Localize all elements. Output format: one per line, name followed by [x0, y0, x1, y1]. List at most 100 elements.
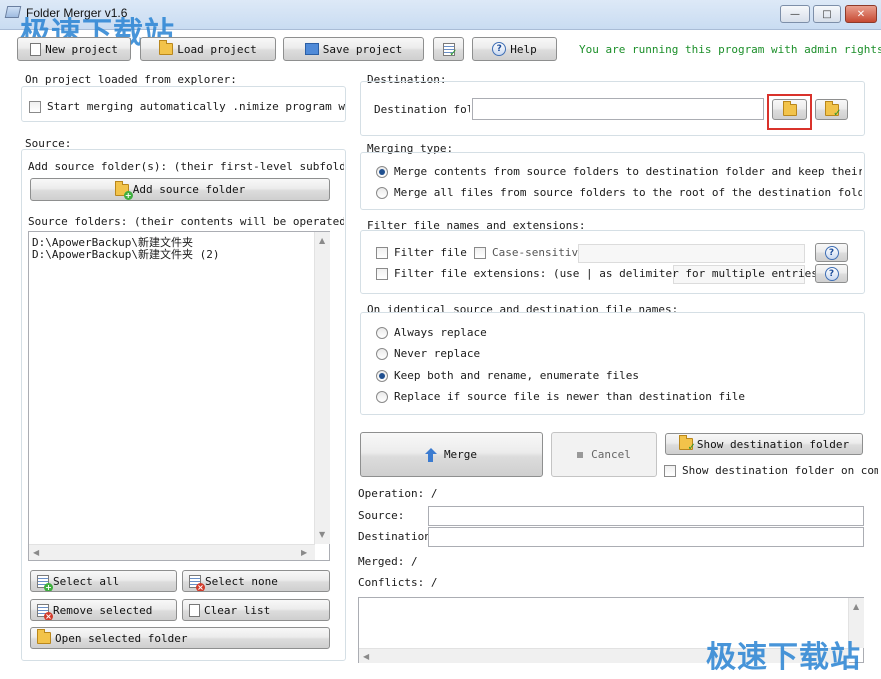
maximize-button[interactable]: □	[813, 5, 841, 23]
open-folder-icon	[782, 100, 797, 116]
merge-to-root-label: Merge all files from source folders to t…	[394, 186, 862, 199]
destination-folder-input[interactable]	[472, 98, 764, 120]
help-button[interactable]: ? Help	[472, 37, 557, 61]
scroll-right-arrow[interactable]: ▶	[301, 548, 307, 557]
replace-if-newer-radio[interactable]	[376, 390, 388, 403]
save-project-button[interactable]: Save project	[283, 37, 424, 61]
filter-file-names-checkbox[interactable]	[376, 246, 388, 259]
filter-file-names-label: Filter file n	[394, 246, 476, 259]
operation-status: Operation: /	[358, 487, 438, 500]
show-on-complete-checkbox[interactable]	[664, 464, 676, 477]
scroll-up-arrow[interactable]: ▲	[853, 602, 859, 611]
keep-both-radio[interactable]	[376, 369, 388, 382]
load-project-button[interactable]: Load project	[140, 37, 276, 61]
help-icon: ?	[824, 245, 839, 260]
folder-check-icon	[678, 435, 696, 453]
filter-names-help-button[interactable]: ?	[815, 243, 848, 262]
source-folders-list[interactable]: D:\ApowerBackup\新建文件夹 D:\ApowerBackup\新建…	[28, 231, 330, 561]
calendar-settings-icon	[442, 42, 458, 59]
always-replace-option[interactable]: Always replace	[376, 326, 487, 339]
always-replace-radio[interactable]	[376, 326, 388, 339]
new-project-button[interactable]: New project	[17, 37, 131, 61]
keep-both-option[interactable]: Keep both and rename, enumerate files	[376, 369, 639, 382]
replace-if-newer-option[interactable]: Replace if source file is newer than des…	[376, 390, 745, 403]
project-loaded-label: On project loaded from explorer:	[25, 73, 237, 86]
filter-file-names-input[interactable]	[578, 244, 805, 263]
admin-notice: You are running this program with admin …	[579, 43, 881, 56]
merge-button[interactable]: Merge	[360, 432, 543, 477]
select-all-button[interactable]: Select all	[30, 570, 177, 592]
confirm-destination-button[interactable]	[815, 99, 848, 120]
scroll-left-arrow[interactable]: ◀	[363, 652, 369, 661]
never-replace-label: Never replace	[394, 347, 481, 360]
merging-type-group	[360, 152, 865, 210]
select-all-label: Select all	[53, 574, 120, 588]
auto-merge-label: Start merging automatically .nimize prog…	[47, 100, 345, 113]
vertical-scrollbar[interactable]: ▲ ▼	[314, 232, 330, 544]
filter-extensions-help-button[interactable]: ?	[815, 264, 848, 283]
folder-check-icon	[824, 100, 842, 119]
merge-to-root-radio[interactable]	[376, 186, 388, 199]
open-selected-folder-label: Open selected folder	[55, 631, 188, 645]
watermark-logo-bottom: 极速下载站	[706, 640, 861, 675]
remove-icon	[37, 603, 53, 620]
never-replace-option[interactable]: Never replace	[376, 347, 480, 360]
show-destination-folder-label: Show destination folder	[696, 437, 850, 451]
case-sensitive-label: Case-sensitive	[492, 246, 585, 259]
new-document-icon	[30, 42, 42, 56]
merge-keep-folder-radio[interactable]	[376, 165, 388, 178]
clear-list-button[interactable]: Clear list	[182, 599, 330, 621]
scroll-up-arrow[interactable]: ▲	[319, 236, 325, 245]
horizontal-scrollbar[interactable]: ◀ ▶	[29, 544, 315, 560]
select-none-icon	[189, 574, 205, 591]
open-selected-folder-button[interactable]: Open selected folder	[30, 627, 330, 649]
replace-if-newer-label: Replace if source file is newer than des…	[394, 390, 745, 403]
filter-extensions-row[interactable]: Filter file extensions: (use | as delimi…	[376, 267, 824, 280]
filter-extensions-checkbox[interactable]	[376, 267, 388, 280]
destination-status-label: Destination:	[358, 530, 438, 543]
merge-keep-folder-option[interactable]: Merge contents from source folders to de…	[376, 165, 862, 178]
show-on-complete-row[interactable]: Show destination folder on comple	[664, 464, 878, 477]
never-replace-radio[interactable]	[376, 347, 388, 360]
show-on-complete-label: Show destination folder on comple	[682, 464, 878, 477]
add-source-folder-button[interactable]: Add source folder	[30, 178, 330, 201]
cancel-button[interactable]: Cancel	[551, 432, 657, 477]
case-sensitive-row[interactable]: Case-sensitive	[474, 246, 585, 259]
add-folder-icon	[114, 180, 133, 200]
keep-both-label: Keep both and rename, enumerate files	[394, 369, 640, 382]
save-project-label: Save project	[322, 42, 403, 56]
load-project-label: Load project	[177, 42, 257, 56]
always-replace-label: Always replace	[394, 326, 487, 339]
merge-label: Merge	[443, 448, 478, 461]
filter-extensions-label: Filter file extensions: (use | as delimi…	[394, 267, 825, 280]
browse-destination-button[interactable]	[772, 99, 807, 120]
save-disk-icon	[304, 43, 319, 55]
close-button[interactable]: ✕	[845, 5, 877, 23]
merge-to-root-option[interactable]: Merge all files from source folders to t…	[376, 186, 862, 199]
minimize-button[interactable]: —	[780, 5, 810, 23]
scroll-down-arrow[interactable]: ▼	[319, 530, 325, 539]
auto-merge-checkbox[interactable]	[29, 100, 41, 113]
remove-selected-button[interactable]: Remove selected	[30, 599, 177, 621]
merge-arrow-icon	[424, 447, 437, 462]
show-destination-folder-button[interactable]: Show destination folder	[665, 433, 863, 455]
new-project-label: New project	[45, 42, 118, 56]
select-none-label: Select none	[205, 574, 278, 588]
auto-merge-checkbox-row[interactable]: Start merging automatically .nimize prog…	[29, 100, 345, 113]
list-item[interactable]: D:\ApowerBackup\新建文件夹 (2)	[32, 246, 219, 262]
select-none-button[interactable]: Select none	[182, 570, 330, 592]
help-label: Help	[510, 42, 537, 56]
case-sensitive-checkbox[interactable]	[474, 246, 486, 259]
destination-status-field	[428, 527, 864, 547]
filter-file-names-row[interactable]: Filter file n	[376, 246, 476, 259]
scroll-left-arrow[interactable]: ◀	[33, 548, 39, 557]
clear-list-icon	[189, 603, 200, 617]
help-icon: ?	[492, 42, 507, 56]
settings-button[interactable]	[433, 37, 464, 61]
help-icon: ?	[824, 266, 839, 281]
open-folder-icon	[37, 629, 51, 644]
select-all-icon	[37, 574, 53, 591]
clear-list-label: Clear list	[204, 603, 271, 617]
title-bar: Folder Merger v1.6 极速下载站 — □ ✕	[0, 0, 881, 51]
conflicts-status: Conflicts: /	[358, 576, 438, 589]
